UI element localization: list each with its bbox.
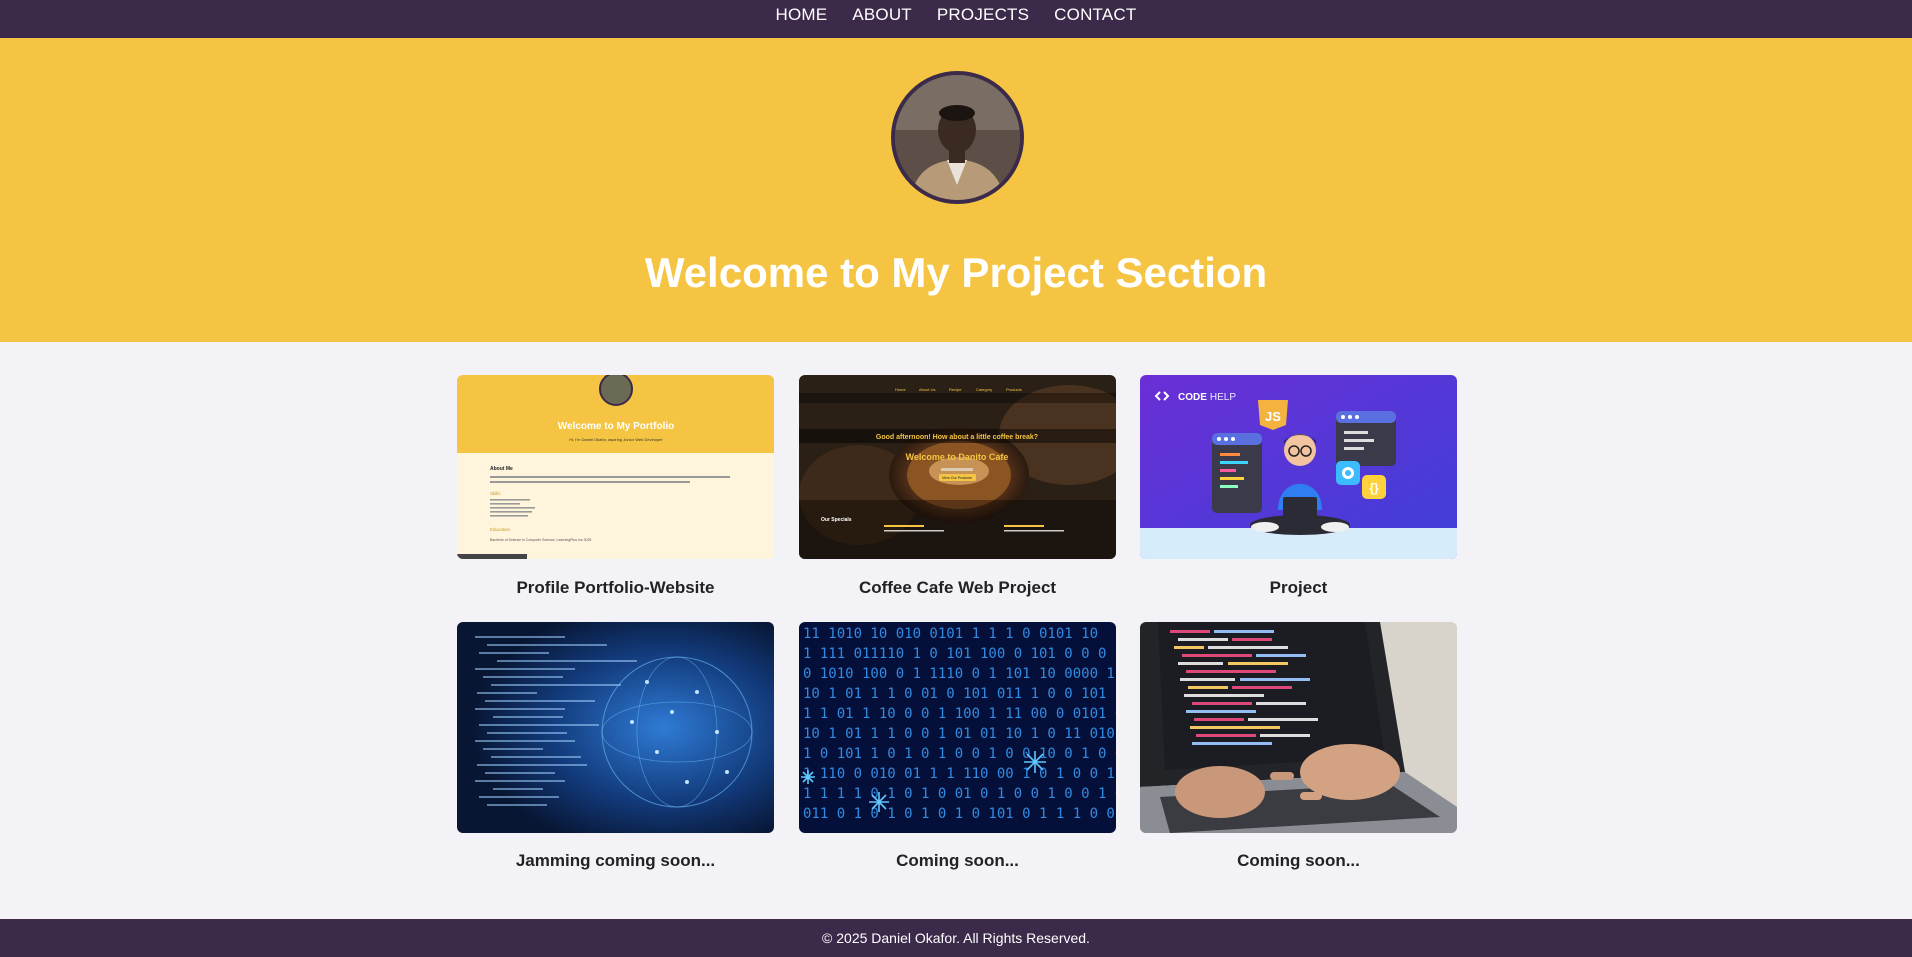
thumb-nav-about: About Us (919, 387, 935, 392)
svg-text:10 1 01 1 1 0 0 1 01 01 10 1 0: 10 1 01 1 1 0 0 1 01 01 10 1 0 11 010 1 … (803, 726, 1116, 742)
nav-link-projects[interactable]: PROJECTS (937, 6, 1029, 23)
thumb-tagline: Hi, I'm Daniel Okafor, aspiring Junior W… (569, 437, 663, 442)
thumb-nav-category: Category (976, 387, 992, 392)
thumb-js-badge: JS (1265, 409, 1281, 424)
project-title[interactable]: Jamming coming soon... (457, 852, 774, 869)
hero-banner: Welcome to My Project Section (0, 38, 1912, 342)
svg-text:011 0 1 0 1 0 1 0 1 0 101 0 1: 011 0 1 0 1 0 1 0 1 0 101 0 1 1 1 0 0 0 … (803, 806, 1116, 822)
thumb-education: Education (490, 527, 511, 532)
top-nav: HOME ABOUT PROJECTS CONTACT (0, 0, 1912, 38)
project-card-code-help[interactable]: CODE HELP JS {} Project (1140, 375, 1457, 596)
footer: © 2025 Daniel Okafor. All Rights Reserve… (0, 919, 1912, 957)
thumb-nav-recipe: Recipe (949, 387, 962, 392)
svg-text:1 1 01 1 10 0 0 1 100 1 11 00: 1 1 01 1 10 0 0 1 100 1 11 00 0 0101 00 (803, 706, 1116, 722)
project-title[interactable]: Coming soon... (1140, 852, 1457, 869)
thumb-heading: Welcome to My Portfolio (558, 421, 675, 432)
profile-avatar (891, 71, 1024, 204)
project-title[interactable]: Coming soon... (799, 852, 1116, 869)
project-thumbnail[interactable] (457, 622, 774, 833)
project-card-jamming[interactable]: Jamming coming soon... (457, 622, 774, 869)
snowflake-icon (1024, 751, 1046, 773)
project-card-coffee-cafe[interactable]: Home About Us Recipe Category Products G… (799, 375, 1116, 596)
thumb-skills: Skills (490, 491, 501, 496)
project-card-portfolio[interactable]: Welcome to My Portfolio Hi, I'm Daniel O… (457, 375, 774, 596)
thumb-brand-code: CODE (1178, 392, 1207, 403)
project-thumbnail[interactable]: Welcome to My Portfolio Hi, I'm Daniel O… (457, 375, 774, 559)
nav-link-contact[interactable]: CONTACT (1054, 6, 1136, 23)
thumb-button: View Our Products (942, 476, 972, 480)
thumb-specials: Our Specials (821, 517, 852, 523)
thumb-about: About Me (490, 466, 513, 472)
project-thumbnail[interactable] (1140, 622, 1457, 833)
copyright-text: © 2025 Daniel Okafor. All Rights Reserve… (822, 930, 1090, 946)
project-thumbnail[interactable]: CODE HELP JS {} (1140, 375, 1457, 559)
project-card-coming-soon-1[interactable]: 11 1010 10 010 0101 1 1 1 0 0101 10 1 11… (799, 622, 1116, 869)
svg-text:11 1010 10 010 0101 1 1 1 0 01: 11 1010 10 010 0101 1 1 1 0 0101 10 (803, 626, 1098, 642)
svg-text:{}: {} (1369, 481, 1379, 495)
svg-text:1 1 1 1 0 1 0 1 0 01 0 1 0 0 1: 1 1 1 1 0 1 0 1 0 01 0 1 0 0 1 0 0 1 0 1… (803, 786, 1116, 802)
thumb-nav-home: Home (895, 387, 906, 392)
nav-link-about[interactable]: ABOUT (852, 6, 912, 23)
snowflake-icon (801, 770, 815, 784)
nav-link-home[interactable]: HOME (776, 6, 828, 23)
thumb-greeting: Good afternoon! How about a little coffe… (876, 434, 1038, 441)
thumb-brand-help: HELP (1210, 392, 1236, 403)
snowflake-icon (869, 792, 889, 812)
svg-text:1 0 101 1 0 1 0 1 0 0 1 0 0 10: 1 0 101 1 0 1 0 1 0 0 1 0 0 10 0 1 0 0 1… (803, 746, 1116, 762)
thumb-heading: Welcome to Danito Cafe (906, 452, 1009, 462)
project-thumbnail[interactable]: 11 1010 10 010 0101 1 1 1 0 0101 10 1 11… (799, 622, 1116, 833)
svg-text:0 1010 100 0 1 1110 0 1 101 10: 0 1010 100 0 1 1110 0 1 101 10 0000 1 01 (803, 666, 1116, 682)
project-title[interactable]: Project (1140, 579, 1457, 596)
svg-text:1 111 011110 1 0 101 100 0 101: 1 111 011110 1 0 101 100 0 101 0 0 0 10 (803, 646, 1116, 662)
project-title[interactable]: Profile Portfolio-Website (457, 579, 774, 596)
project-title[interactable]: Coffee Cafe Web Project (799, 579, 1116, 596)
svg-text:10 1 01 1 1 0 01 0 101 011 1 0: 10 1 01 1 1 0 01 0 101 011 1 0 0 101 10 … (803, 686, 1116, 702)
svg-text:1 110 0 010 01 1 1 110 00 1 0: 1 110 0 010 01 1 1 110 00 1 0 1 0 0 1 01… (803, 766, 1116, 782)
page-title: Welcome to My Project Section (644, 249, 1268, 296)
project-card-coming-soon-2[interactable]: Coming soon... (1140, 622, 1457, 869)
thumb-edu-text: Bachelor of Science in Computer Science,… (490, 538, 591, 542)
thumb-nav-products: Products (1006, 387, 1022, 392)
project-thumbnail[interactable]: Home About Us Recipe Category Products G… (799, 375, 1116, 559)
